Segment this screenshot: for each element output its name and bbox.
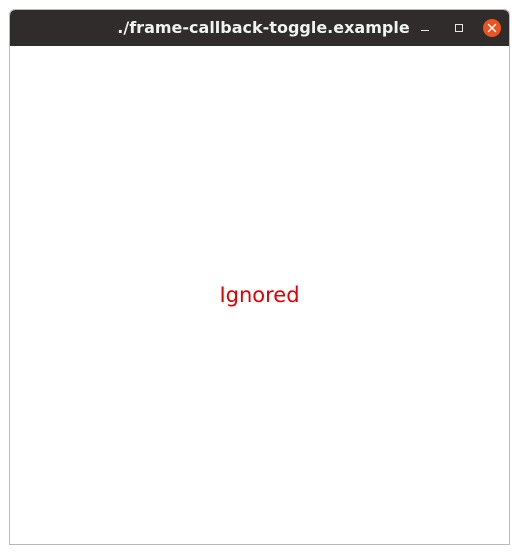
status-message: Ignored <box>219 283 300 307</box>
title-bar[interactable]: ./frame-callback-toggle.example <box>10 10 509 46</box>
app-window: ./frame-callback-toggle.example Ignored <box>9 9 510 545</box>
close-button[interactable] <box>483 19 501 37</box>
window-title: ./frame-callback-toggle.example <box>117 18 410 37</box>
window-content: Ignored <box>10 46 509 544</box>
minimize-button[interactable] <box>416 19 434 37</box>
maximize-button[interactable] <box>450 19 468 37</box>
close-icon <box>487 23 497 33</box>
